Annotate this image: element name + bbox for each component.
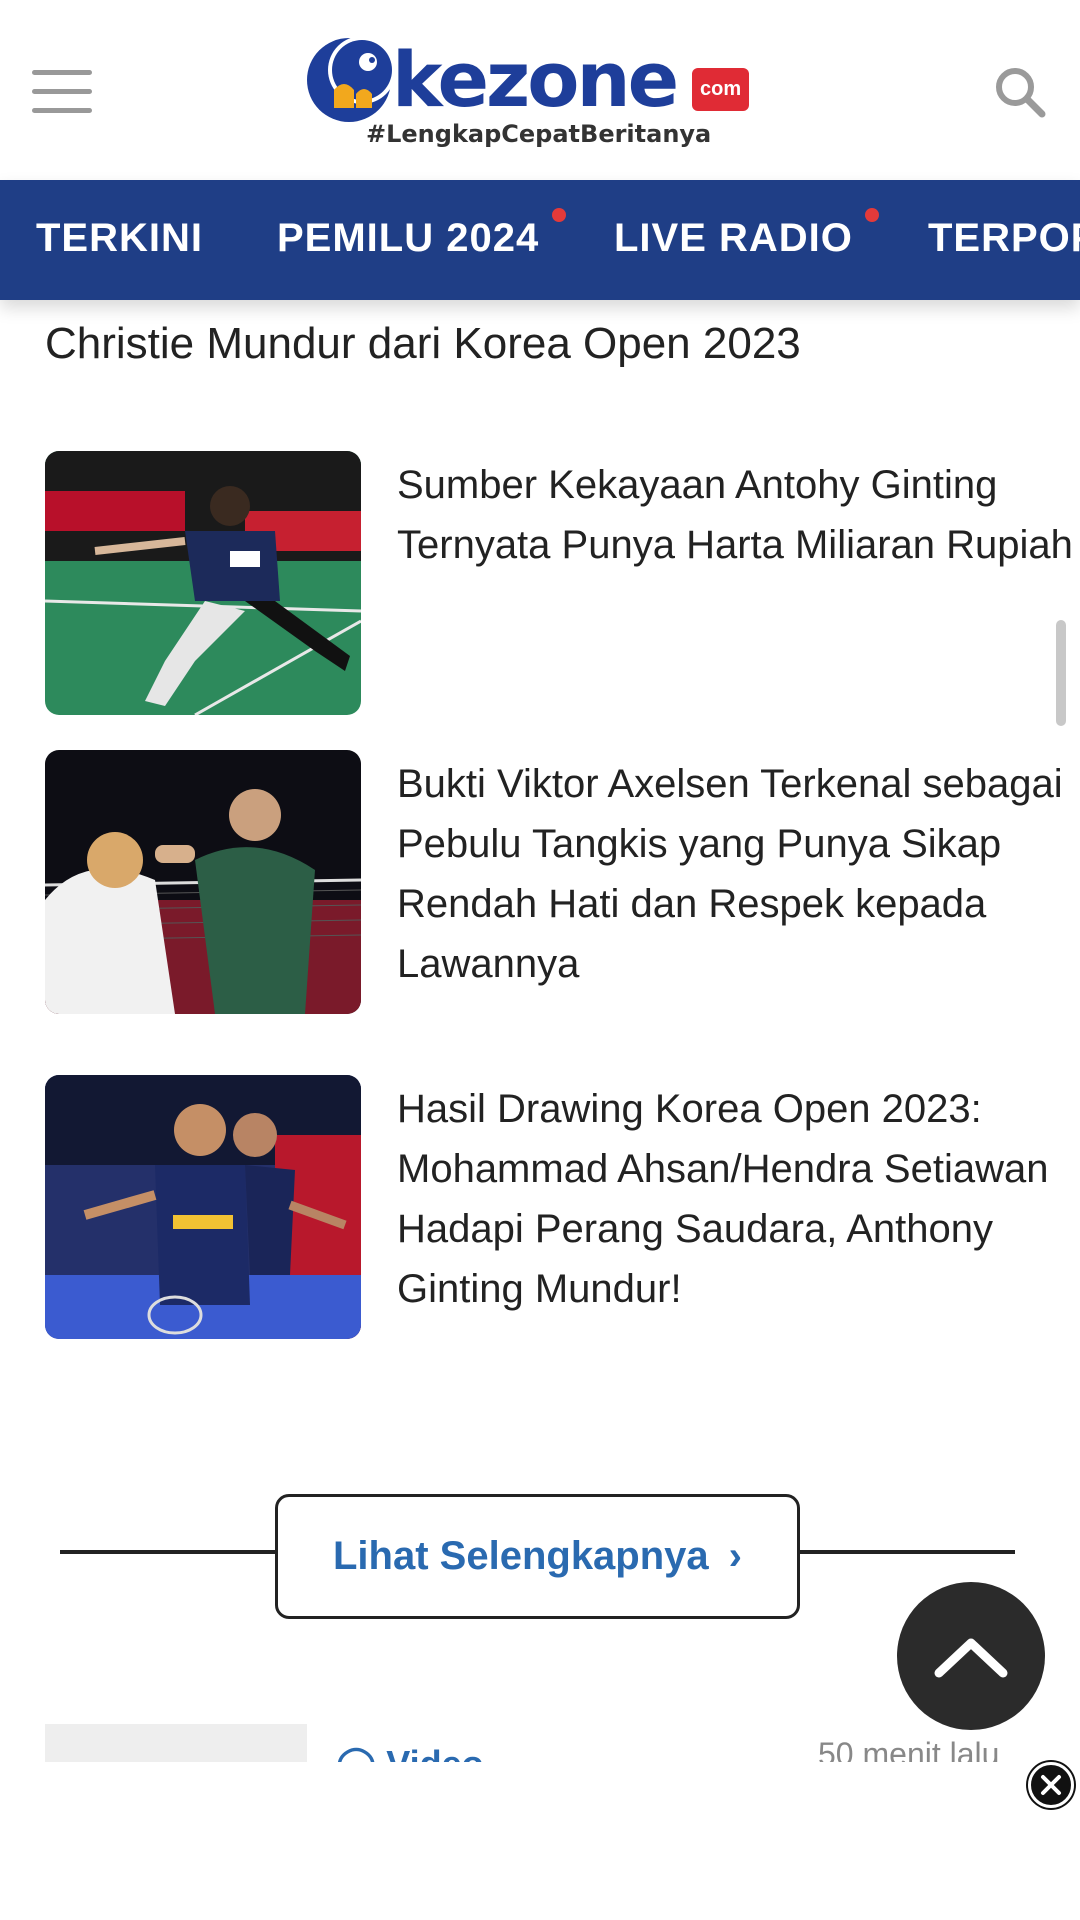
- site-logo[interactable]: kezone com #LengkapCepatBeritanya: [300, 28, 780, 152]
- article-title-partial[interactable]: Christie Mundur dari Korea Open 2023: [45, 316, 1025, 372]
- logo-badge: com: [692, 68, 750, 111]
- ad-area: [0, 1762, 1080, 1920]
- logo-tagline: #LengkapCepatBeritanya: [366, 120, 712, 148]
- nav-item-terkini[interactable]: TERKINI: [36, 216, 203, 261]
- article-thumbnail[interactable]: [45, 451, 361, 715]
- category-nav: TERKINI PEMILU 2024 LIVE RADIO TERPOPULE…: [0, 180, 1080, 300]
- logo-wordmark: kezone: [392, 35, 679, 124]
- see-more-button[interactable]: Lihat Selengkapnya ›: [275, 1494, 800, 1619]
- article-title[interactable]: Hasil Drawing Korea Open 2023: Mohammad …: [397, 1079, 1077, 1319]
- menu-icon[interactable]: [32, 70, 92, 114]
- category-text: Video: [386, 1744, 483, 1764]
- nav-item-terpopuler[interactable]: TERPOPULER: [928, 216, 1080, 261]
- scrollbar[interactable]: [1056, 620, 1066, 726]
- nav-live-dot: [552, 208, 566, 222]
- moon-mosque-icon: [307, 36, 394, 122]
- article-thumbnail[interactable]: [45, 750, 361, 1014]
- category-label[interactable]: ◯ Video: [336, 1744, 484, 1764]
- nav-item-pemilu[interactable]: PEMILU 2024: [277, 216, 539, 261]
- chevron-up-icon: [934, 1638, 1008, 1678]
- search-icon[interactable]: [994, 66, 1054, 126]
- scroll-to-top-button[interactable]: [897, 1582, 1045, 1730]
- close-icon: [1041, 1775, 1061, 1795]
- chevron-right-icon: ›: [728, 1534, 742, 1578]
- article-title[interactable]: Bukti Viktor Axelsen Terkenal sebagai Pe…: [397, 754, 1077, 994]
- nav-live-dot: [865, 208, 879, 222]
- nav-item-live-radio[interactable]: LIVE RADIO: [614, 216, 853, 261]
- video-icon: ◯: [336, 1744, 386, 1764]
- site-header: kezone com #LengkapCepatBeritanya: [0, 0, 1080, 180]
- see-more-label: Lihat Selengkapnya: [333, 1534, 709, 1578]
- article-timestamp: 50 menit lalu: [818, 1736, 1000, 1764]
- article-thumbnail-placeholder[interactable]: [45, 1724, 307, 1764]
- article-title[interactable]: Sumber Kekayaan Antohy Ginting Ternyata …: [397, 455, 1077, 575]
- close-ad-button[interactable]: [1028, 1762, 1074, 1808]
- article-thumbnail[interactable]: [45, 1075, 361, 1339]
